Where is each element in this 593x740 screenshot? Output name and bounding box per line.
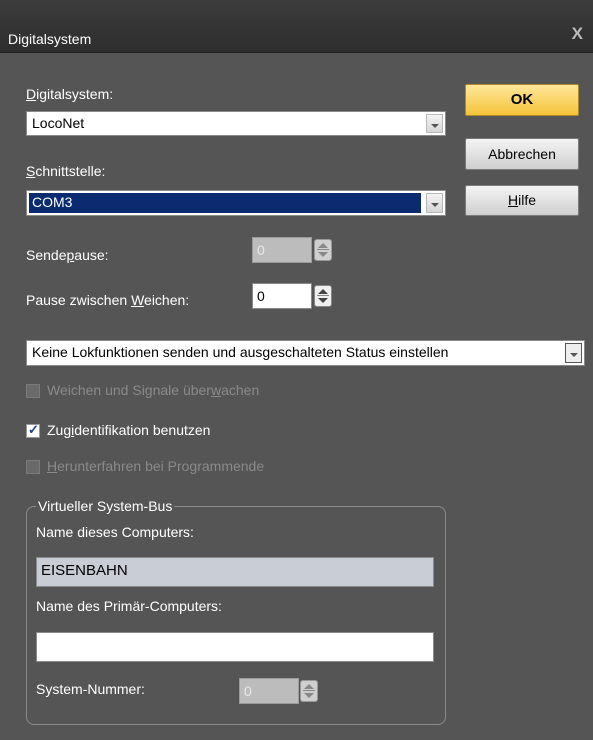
chevron-down-icon[interactable] (426, 114, 443, 133)
pause-weichen-label: Pause zwischen Weichen: (26, 292, 190, 308)
lokfunktion-mode-select[interactable]: Keine Lokfunktionen senden und ausgescha… (26, 340, 585, 366)
weichen-ueberwachen-checkbox[interactable] (26, 384, 40, 398)
schnittstelle-select[interactable]: COM3 (26, 190, 446, 216)
system-number-spinner[interactable] (300, 680, 318, 702)
schnittstelle-label: Schnittstelle: (26, 163, 106, 179)
sendepause-input[interactable]: 0 (252, 237, 312, 263)
zugidentifikation-checkbox[interactable]: ✓ (26, 422, 40, 438)
selection-highlight (29, 193, 421, 213)
computer-name-label: Name dieses Computers: (36, 524, 194, 540)
mode-value: Keine Lokfunktionen senden und ausgescha… (32, 344, 449, 360)
herunterfahren-checkbox[interactable] (26, 460, 40, 474)
digitalsystem-label: Digitalsystem: (26, 86, 114, 102)
cancel-button[interactable]: Abbrechen (465, 138, 579, 170)
sendepause-spinner[interactable] (314, 239, 332, 261)
pause-weichen-spinner[interactable] (314, 285, 332, 307)
title-bar: Digitalsystem X (0, 0, 593, 53)
schnittstelle-value: COM3 (32, 194, 73, 210)
digitalsystem-value: LocoNet (32, 115, 85, 131)
digitalsystem-select[interactable]: LocoNet (26, 111, 446, 136)
pause-weichen-input[interactable]: 0 (252, 283, 312, 309)
ok-button[interactable]: OK (465, 84, 579, 116)
system-number-label: System-Nummer: (36, 681, 145, 697)
zugidentifikation-label: Zugidentifikation benutzen (47, 422, 211, 438)
weichen-ueberwachen-label: Weichen und Signale überwachen (47, 382, 260, 398)
group-legend: Virtueller System-Bus (36, 498, 175, 514)
window-title: Digitalsystem (8, 31, 92, 47)
checkmark-icon: ✓ (28, 422, 39, 437)
chevron-down-icon[interactable] (426, 193, 443, 213)
close-icon[interactable]: X (572, 24, 583, 44)
chevron-down-icon[interactable] (565, 343, 582, 363)
herunterfahren-label: Herunterfahren bei Programmende (47, 458, 265, 474)
primary-computer-label: Name des Primär-Computers: (36, 598, 222, 614)
help-button[interactable]: Hilfe (465, 185, 579, 216)
system-number-input[interactable]: 0 (239, 678, 299, 704)
sendepause-label: Sendepause: (26, 247, 109, 263)
computer-name-field[interactable]: EISENBAHN (36, 557, 434, 587)
primary-computer-field[interactable] (36, 632, 434, 662)
